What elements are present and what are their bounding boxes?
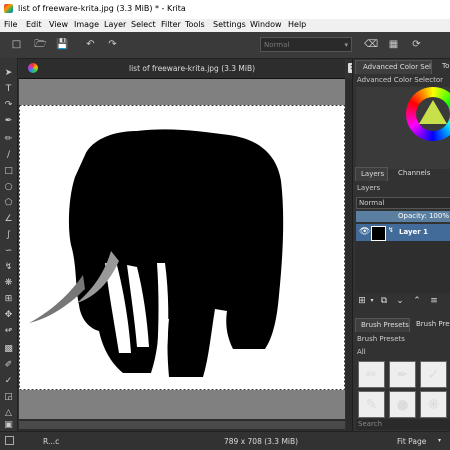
horizontal-scrollbar[interactable] [19, 419, 345, 431]
mammoth-silhouette [19, 105, 345, 390]
save-icon[interactable]: 💾 [56, 38, 69, 51]
chevron-down-icon: ▾ [344, 41, 348, 49]
redo-icon[interactable]: ↷ [106, 38, 119, 51]
dynamic-brush-icon[interactable]: ↯ [3, 262, 14, 273]
tab-brush-presets-2[interactable]: Brush Prese [411, 318, 450, 331]
document-tab-title: list of freeware-krita.jpg (3.3 MiB) [129, 64, 256, 73]
brush-presets-header: Brush Presets [357, 335, 405, 343]
open-document-icon[interactable]: 🗁 [34, 38, 47, 51]
menu-filter[interactable]: Filter [161, 20, 181, 29]
new-document-icon[interactable]: □ [10, 38, 23, 51]
blend-mode-select[interactable]: Normal ▾ [260, 37, 352, 52]
brush-preset-item[interactable]: ❋ [420, 391, 447, 418]
menu-window[interactable]: Window [250, 20, 282, 29]
gradient-tool-icon[interactable]: ▩ [3, 344, 14, 355]
move-tool-icon[interactable]: ✥ [3, 310, 14, 321]
menu-view[interactable]: View [49, 20, 68, 29]
tab-channels[interactable]: Channels [393, 167, 438, 180]
blend-mode-value: Normal [264, 41, 290, 49]
chevron-down-icon[interactable]: ▾ [366, 295, 378, 307]
chevron-down-icon[interactable]: ▾ [438, 437, 441, 444]
document-tab[interactable]: list of freeware-krita.jpg (3.3 MiB) ✕ [19, 59, 358, 79]
color-selector-header: Advanced Color Selector [357, 76, 444, 84]
assistant-tool-icon[interactable]: △ [3, 408, 14, 419]
krita-app-icon [4, 4, 13, 13]
crop-tool-icon[interactable]: ⊞ [3, 294, 14, 305]
color-triangle[interactable] [419, 100, 447, 124]
delete-layer-icon[interactable]: ≡ [428, 295, 440, 307]
eye-icon[interactable]: 👁 [359, 227, 370, 237]
image-dimensions: 789 x 708 (3.3 MiB) [224, 437, 299, 446]
brush-preset-item[interactable]: ✏ [358, 361, 385, 388]
title-bar: list of freeware-krita.jpg (3.3 MiB) * -… [0, 0, 450, 19]
reference-images-icon[interactable]: ▣ [3, 420, 14, 431]
text-tool-icon[interactable]: T [3, 84, 14, 95]
color-picker-icon[interactable]: ✐ [3, 360, 14, 371]
canvas-image[interactable] [19, 105, 345, 390]
menu-settings[interactable]: Settings [213, 20, 246, 29]
bezier-tool-icon[interactable]: ∫ [3, 230, 14, 241]
brush-preset-item[interactable]: ✓ [420, 361, 447, 388]
zoom-level[interactable]: Fit Page [397, 437, 426, 446]
toolbox: ➤ T ↷ ✒ ✏ ∕ □ ○ ⬠ ∠ ∫ ∽ ↯ ❋ ⊞ ✥ ↫ ▩ ✐ ✓ … [0, 58, 18, 431]
multibrush-icon[interactable]: ❋ [3, 278, 14, 289]
freehand-path-icon[interactable]: ∽ [3, 246, 14, 257]
layer-buttons: ⊞ ▾ ⧉ ⌄ ⌃ ≡ [356, 295, 450, 309]
eraser-mode-icon[interactable]: ⌫ [364, 38, 378, 51]
alpha-lock-icon[interactable]: ▦ [387, 38, 400, 51]
menu-layer[interactable]: Layer [104, 20, 126, 29]
move-layer-down-icon[interactable]: ⌄ [394, 295, 406, 307]
tab-brush-presets[interactable]: Brush Presets [355, 318, 410, 332]
tab-layers[interactable]: Layers [355, 167, 388, 181]
freehand-brush-icon[interactable]: ✏ [3, 134, 14, 145]
brush-filter[interactable]: All [357, 348, 366, 356]
layers-header: Layers [357, 184, 381, 192]
menu-edit[interactable]: Edit [26, 20, 42, 29]
fill-tool-icon[interactable]: ◲ [3, 392, 14, 403]
ellipse-tool-icon[interactable]: ○ [3, 182, 14, 193]
polyline-tool-icon[interactable]: ∠ [3, 214, 14, 225]
menu-image[interactable]: Image [74, 20, 99, 29]
status-bar: R...c 789 x 708 (3.3 MiB) Fit Page ▾ [0, 431, 450, 450]
menu-file[interactable]: File [4, 20, 17, 29]
brush-search-input[interactable]: Search [356, 419, 450, 430]
tab-advanced-color-selector[interactable]: Advanced Color Sel... [355, 60, 432, 74]
main-toolbar: □ 🗁 💾 ↶ ↷ Normal ▾ ⌫ ▦ ⟳ [0, 32, 450, 86]
menu-bar: File Edit View Image Layer Select Filter… [0, 19, 450, 32]
move-layer-up-icon[interactable]: ⌃ [411, 295, 423, 307]
selection-display-icon[interactable] [5, 436, 14, 445]
edit-shapes-icon[interactable]: ↷ [3, 100, 14, 111]
layer-list[interactable] [356, 241, 450, 293]
rotate-icon[interactable]: ⟳ [410, 38, 423, 51]
colorize-mask-icon[interactable]: ✓ [3, 376, 14, 387]
transform-tool-icon[interactable]: ↫ [3, 326, 14, 337]
rectangle-tool-icon[interactable]: □ [3, 166, 14, 177]
layer-row[interactable]: 👁 ↯ Layer 1 [356, 224, 450, 241]
current-tool-label: R...c [43, 437, 60, 446]
undo-icon[interactable]: ↶ [84, 38, 97, 51]
duplicate-layer-icon[interactable]: ⧉ [378, 295, 390, 307]
docker-panel: Advanced Color Sel... To Advanced Color … [352, 59, 450, 431]
brush-preset-item[interactable]: ● [389, 391, 416, 418]
menu-help[interactable]: Help [288, 20, 306, 29]
calligraphy-icon[interactable]: ✒ [3, 116, 14, 127]
select-shapes-icon[interactable]: ➤ [3, 68, 14, 79]
layer-type-icon: ↯ [388, 226, 394, 234]
document-icon [28, 63, 38, 73]
layer-thumbnail [371, 226, 386, 241]
brush-preset-item[interactable]: ✎ [358, 391, 385, 418]
menu-select[interactable]: Select [131, 20, 156, 29]
layer-name: Layer 1 [399, 228, 429, 236]
brush-presets-grid: ✏ ✒ ✓ ✎ ● ❋ [356, 361, 450, 419]
line-tool-icon[interactable]: ∕ [3, 150, 14, 161]
window-title: list of freeware-krita.jpg (3.3 MiB) * -… [18, 4, 186, 13]
brush-preset-item[interactable]: ✒ [389, 361, 416, 388]
polygon-tool-icon[interactable]: ⬠ [3, 198, 14, 209]
layer-blend-mode-select[interactable]: Normal [356, 197, 450, 209]
menu-tools[interactable]: Tools [185, 20, 205, 29]
opacity-slider[interactable]: Opacity: 100% [356, 211, 450, 222]
tab-tool-options[interactable]: To [435, 60, 450, 73]
